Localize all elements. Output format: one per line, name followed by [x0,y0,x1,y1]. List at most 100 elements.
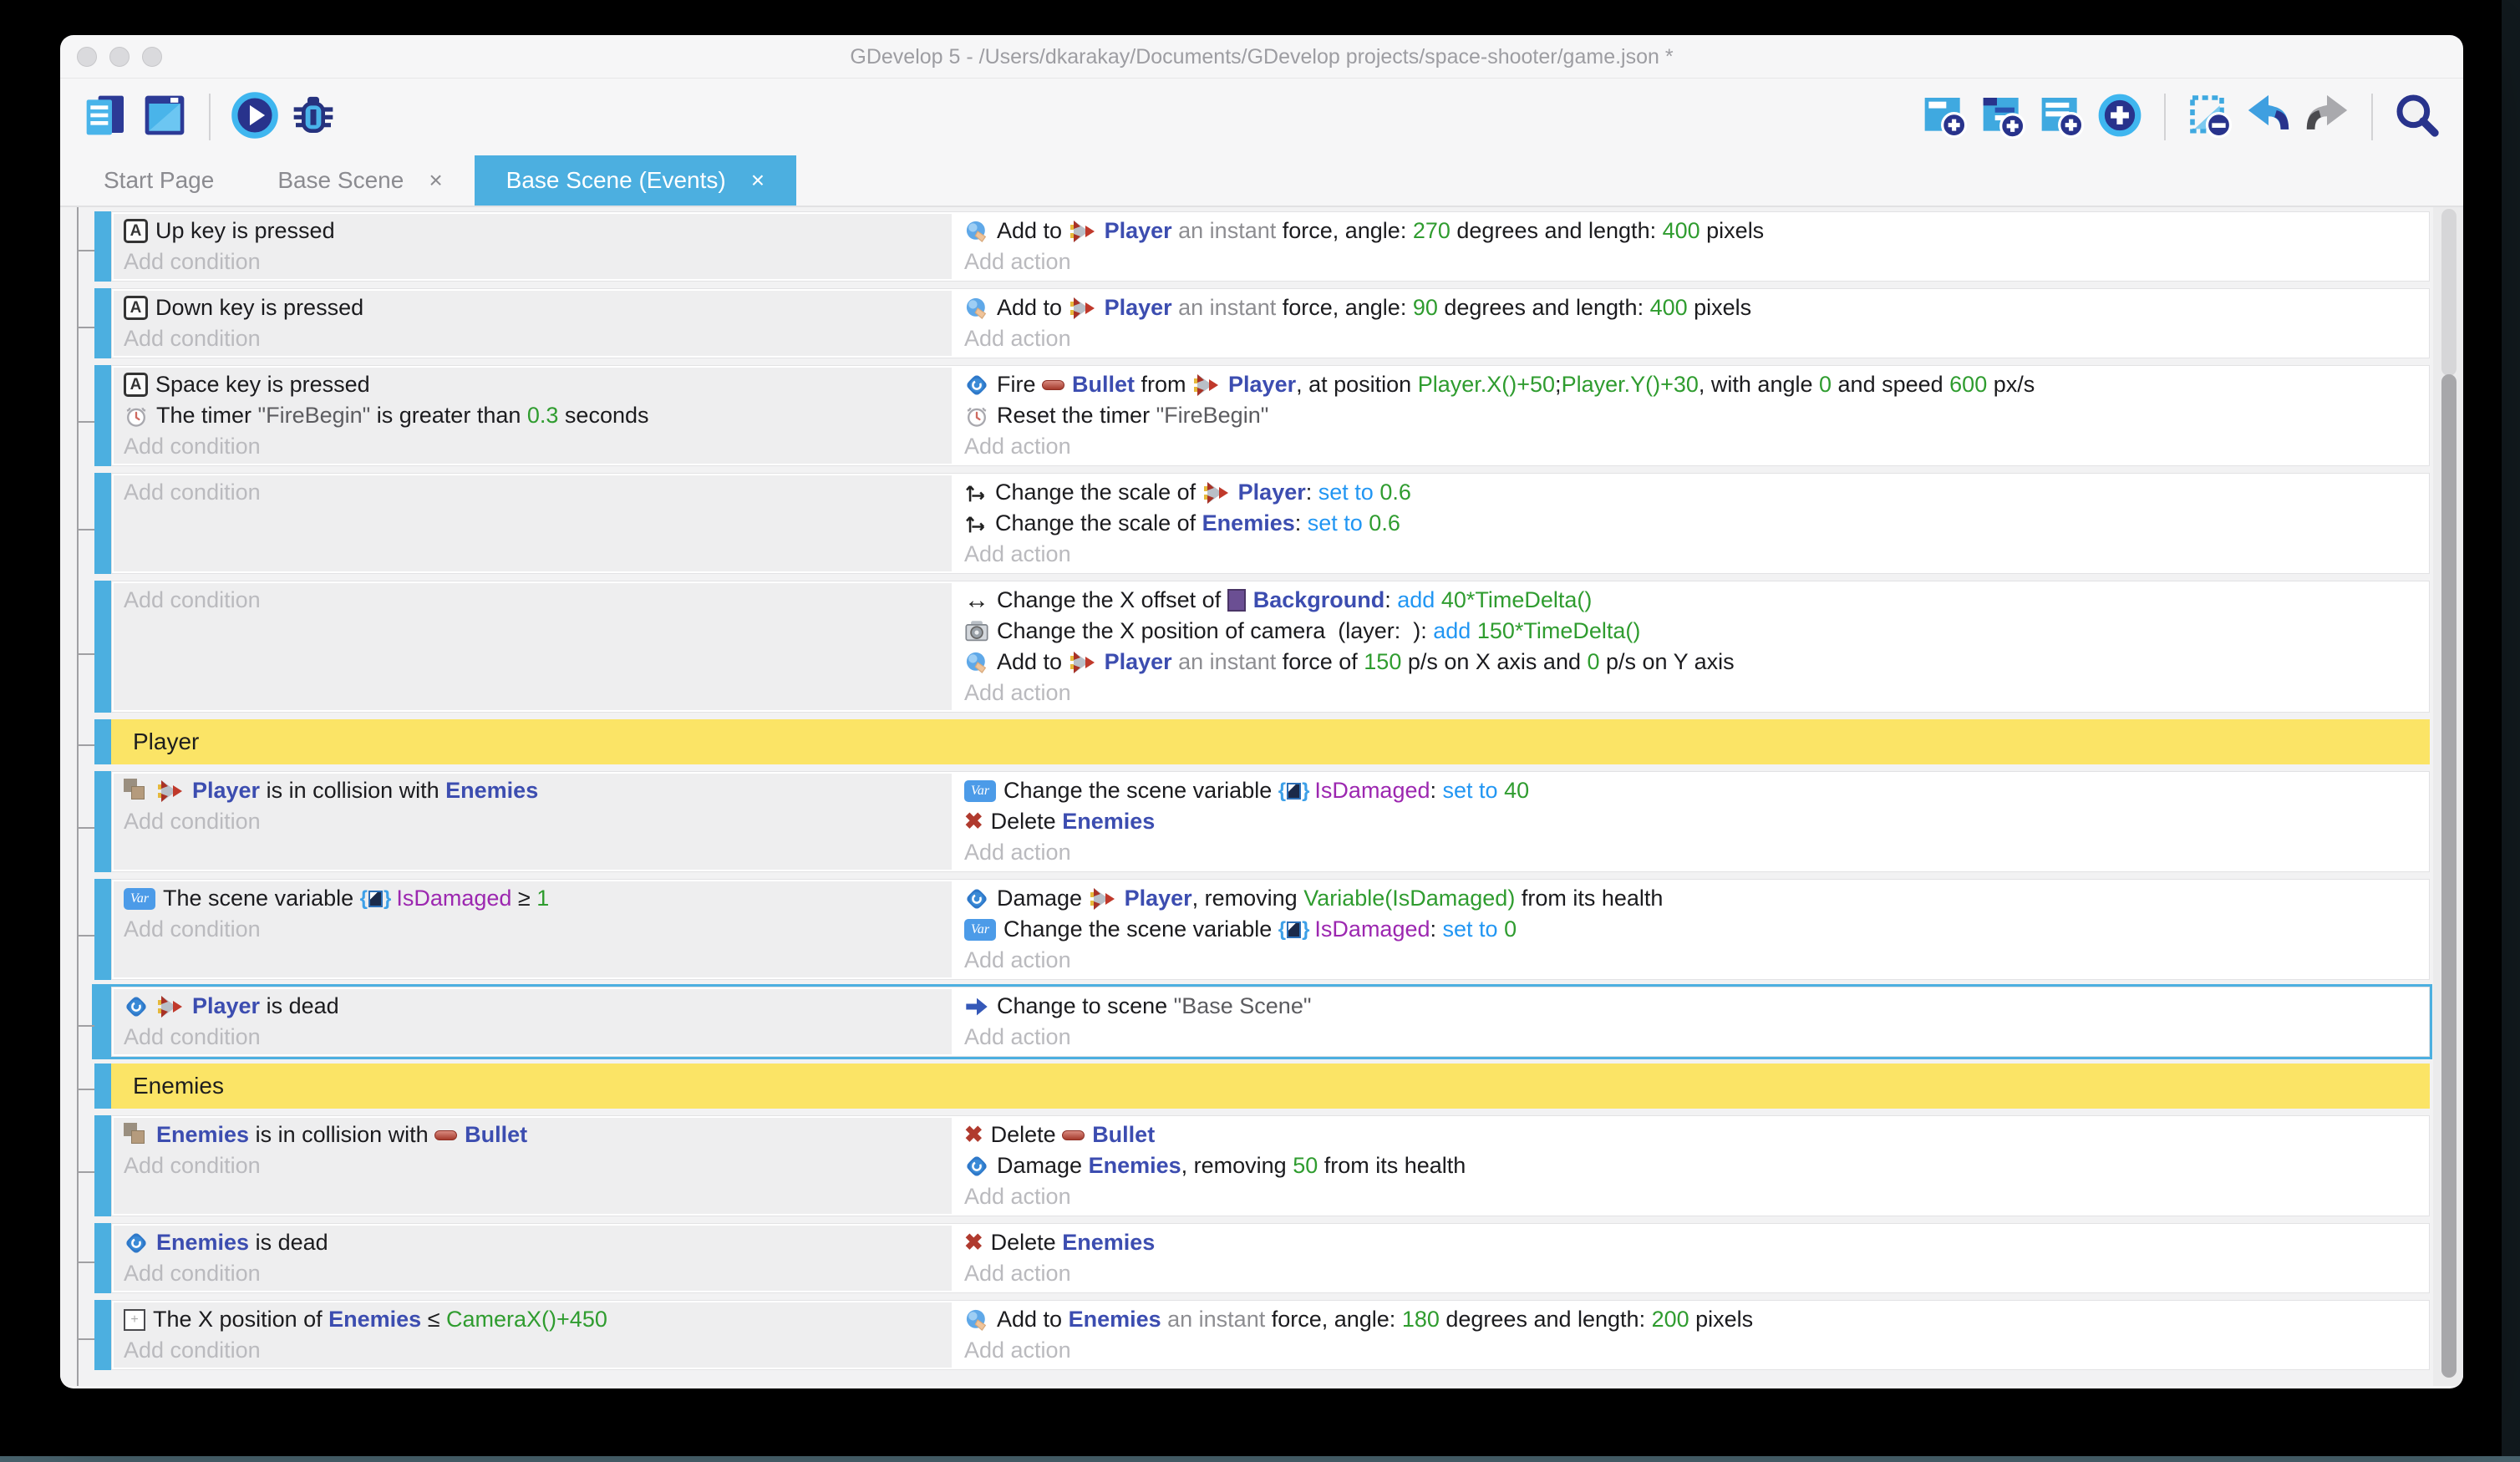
variable-badge-icon: {} [360,887,392,911]
add-action-button[interactable]: Add action [964,431,2419,462]
preview-play-button[interactable] [231,93,279,141]
action-line[interactable]: Add to Player an instant force, angle: 2… [964,216,2419,246]
event-row[interactable]: Add condition Change the scale of Player… [94,473,2430,574]
add-action-button[interactable]: Add action [964,539,2419,570]
text-segment: Change to scene [997,993,1174,1019]
event-row[interactable]: Enemies is deadAdd condition ✖Delete Ene… [94,1223,2430,1293]
text-segment: Change the X offset of [997,587,1227,613]
variable-icon: Var [124,888,155,910]
conditions-cell: VarThe scene variable {}IsDamaged ≥ 1Add… [114,881,952,977]
add-action-button[interactable]: Add action [964,1335,2419,1366]
tab-close-icon[interactable]: × [751,167,765,194]
zoom-window-button[interactable] [142,47,162,67]
tab-label: Base Scene (Events) [506,167,726,194]
add-condition-button[interactable]: Add condition [124,431,943,462]
text-segment: Player [1228,372,1296,398]
add-condition-button[interactable]: Add condition [124,477,943,508]
condition-line[interactable]: ADown key is pressed [124,292,943,323]
action-line[interactable]: VarChange the scene variable {}IsDamaged… [964,775,2419,806]
add-condition-button[interactable]: Add condition [124,1258,943,1289]
add-circle-button[interactable] [2096,93,2144,141]
project-manager-button[interactable] [82,93,130,141]
event-color-bar [94,1300,111,1370]
text-segment: "FireBegin" [1156,403,1269,429]
text-segment: 600 [1949,372,1987,398]
condition-line[interactable]: The timer "FireBegin" is greater than 0.… [124,400,943,431]
group-header[interactable]: Enemies [94,1064,2430,1109]
group-header[interactable]: Player [94,719,2430,764]
action-line[interactable]: Add to Enemies an instant force, angle: … [964,1304,2419,1335]
tab-base-scene-events-[interactable]: Base Scene (Events) × [475,155,796,206]
remove-event-button[interactable] [2186,93,2234,141]
event-row[interactable]: Player is deadAdd condition Change to sc… [94,987,2430,1057]
add-condition-button[interactable]: Add condition [124,1335,943,1366]
action-line[interactable]: Damage Player, removing Variable(IsDamag… [964,883,2419,914]
add-condition-button[interactable]: Add condition [124,323,943,354]
actions-cell: ✖Delete BulletDamage Enemies, removing 5… [954,1118,2427,1214]
add-condition-button[interactable]: Add condition [124,246,943,277]
event-row[interactable]: ADown key is pressedAdd condition Add to… [94,288,2430,358]
event-row[interactable]: ASpace key is pressedThe timer "FireBegi… [94,365,2430,466]
add-action-button[interactable]: Add action [964,1022,2419,1053]
add-event-button[interactable] [1920,93,1969,141]
add-sub-event-button[interactable] [1979,93,2027,141]
event-row[interactable]: Add condition ↔Change the X offset of Ba… [94,581,2430,713]
action-line[interactable]: Change the scale of Player: set to 0.6 [964,477,2419,508]
action-line[interactable]: Fire Bullet from Player, at position Pla… [964,369,2419,400]
action-line[interactable]: Change the scale of Enemies: set to 0.6 [964,508,2419,539]
add-action-button[interactable]: Add action [964,1258,2419,1289]
minimize-window-button[interactable] [109,47,130,67]
condition-line[interactable]: VarThe scene variable {}IsDamaged ≥ 1 [124,883,943,914]
action-line[interactable]: Reset the timer "FireBegin" [964,400,2419,431]
condition-line[interactable]: Player is in collision with Enemies [124,775,943,806]
tab-base-scene[interactable]: Base Scene× [246,155,474,206]
scrollbar-track[interactable] [2433,207,2463,1386]
undo-button[interactable] [2244,93,2293,141]
event-row[interactable]: VarThe scene variable {}IsDamaged ≥ 1Add… [94,879,2430,980]
add-action-button[interactable]: Add action [964,678,2419,708]
add-condition-button[interactable]: Add condition [124,914,943,945]
add-action-button[interactable]: Add action [964,837,2419,868]
add-condition-button[interactable]: Add condition [124,585,943,616]
scene-editor-button[interactable] [140,93,189,141]
scrollbar-thumb[interactable] [2441,374,2456,1378]
add-action-button[interactable]: Add action [964,323,2419,354]
add-action-button[interactable]: Add action [964,945,2419,976]
add-comment-button[interactable] [2037,93,2086,141]
action-line[interactable]: Change the X position of camera (layer: … [964,616,2419,647]
add-condition-button[interactable]: Add condition [124,806,943,837]
close-window-button[interactable] [77,47,97,67]
condition-line[interactable]: ASpace key is pressed [124,369,943,400]
action-line[interactable]: Add to Player an instant force, angle: 9… [964,292,2419,323]
action-line[interactable]: ✖Delete Bullet [964,1119,2419,1150]
tab-close-icon[interactable]: × [429,167,442,194]
condition-line[interactable]: Enemies is dead [124,1227,943,1258]
action-line[interactable]: ↔Change the X offset of Background: add … [964,585,2419,616]
add-condition-button[interactable]: Add condition [124,1150,943,1181]
action-line[interactable]: Add to Player an instant force of 150 p/… [964,647,2419,678]
condition-line[interactable]: Player is dead [124,991,943,1022]
event-row[interactable]: AUp key is pressedAdd condition Add to P… [94,211,2430,282]
condition-line[interactable]: +The X position of Enemies ≤ CameraX()+4… [124,1304,943,1335]
action-line[interactable]: VarChange the scene variable {}IsDamaged… [964,914,2419,945]
event-row[interactable]: Player is in collision with EnemiesAdd c… [94,771,2430,872]
tab-start-page[interactable]: Start Page [72,155,246,206]
add-condition-button[interactable]: Add condition [124,1022,943,1053]
toolbar-separator [2164,94,2166,140]
condition-line[interactable]: Enemies is in collision with Bullet [124,1119,943,1150]
toolbar-left-group [82,93,338,141]
action-line[interactable]: ✖Delete Enemies [964,806,2419,837]
text-segment: ; [1555,372,1562,398]
add-action-button[interactable]: Add action [964,1181,2419,1212]
search-button[interactable] [2393,93,2441,141]
redo-button[interactable] [2303,93,2351,141]
action-line[interactable]: ✖Delete Enemies [964,1227,2419,1258]
add-action-button[interactable]: Add action [964,246,2419,277]
action-line[interactable]: Damage Enemies, removing 50 from its hea… [964,1150,2419,1181]
condition-line[interactable]: AUp key is pressed [124,216,943,246]
health-gear-icon [124,1231,149,1256]
debug-button[interactable] [289,93,338,141]
event-row[interactable]: +The X position of Enemies ≤ CameraX()+4… [94,1300,2430,1370]
event-row[interactable]: Enemies is in collision with BulletAdd c… [94,1115,2430,1216]
action-line[interactable]: Change to scene "Base Scene" [964,991,2419,1022]
